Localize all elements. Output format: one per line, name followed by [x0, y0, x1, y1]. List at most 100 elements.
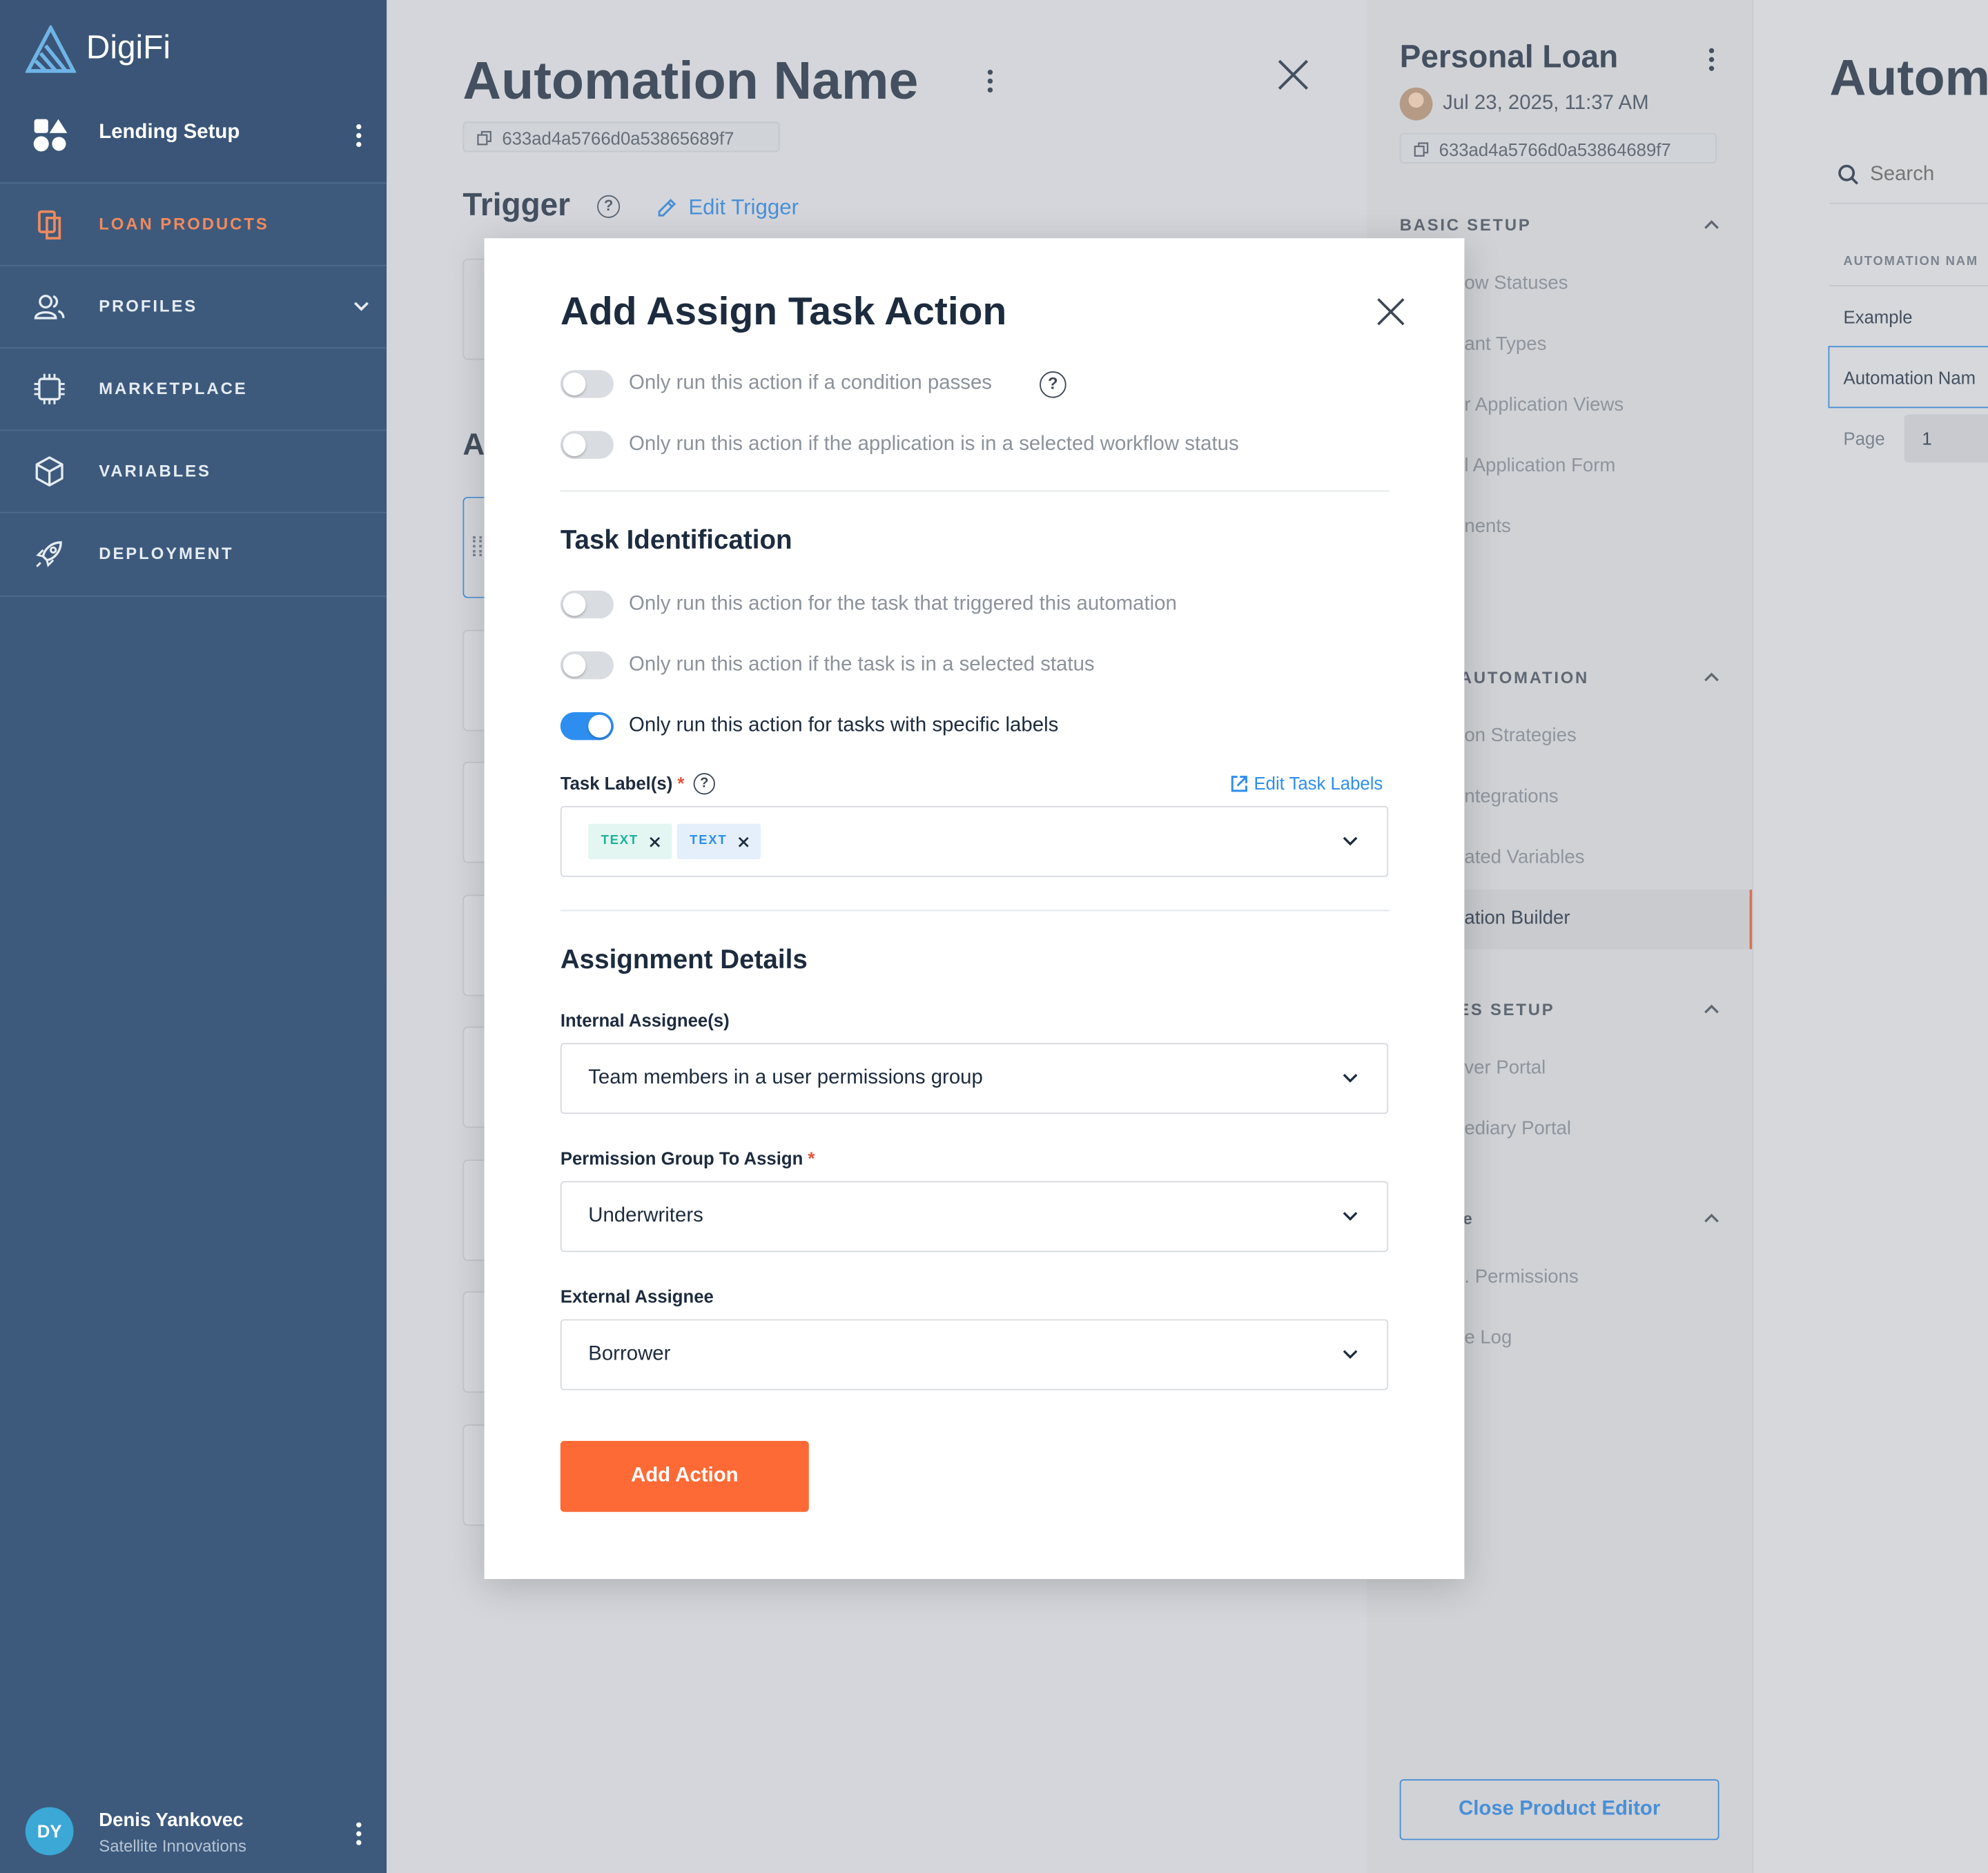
pencil-icon: [658, 199, 676, 217]
menu-item-label: ation Builder: [1464, 907, 1570, 930]
menu-item[interactable]: e Log: [1464, 1327, 1512, 1349]
menu-item[interactable]: ant Types: [1464, 333, 1546, 355]
user-menu-icon[interactable]: [356, 1822, 362, 1850]
internal-assignee-label: Internal Assignee(s): [560, 1010, 730, 1030]
digifi-logo-icon: [25, 25, 77, 73]
automation-menu-icon[interactable]: [987, 69, 993, 97]
external-assignee-select[interactable]: Borrower: [560, 1319, 1389, 1391]
avatar[interactable]: DY: [25, 1807, 74, 1856]
search-input[interactable]: [1867, 157, 1988, 193]
trigger-help-icon[interactable]: ?: [597, 195, 621, 218]
nav-item-profiles[interactable]: PROFILES: [0, 264, 387, 349]
product-menu-icon[interactable]: [1708, 48, 1715, 75]
nav-label: MARKETPLACE: [99, 379, 248, 398]
nav-item-loan-products[interactable]: LOAN PRODUCTS: [0, 182, 387, 266]
nav-label: DEPLOYMENT: [99, 543, 234, 563]
task-labels-toggle-label: Only run this action for tasks with spec…: [629, 714, 1059, 736]
menu-item[interactable]: nents: [1464, 516, 1510, 537]
product-id-chip[interactable]: 633ad4a5766d0a53864689f7: [1399, 133, 1717, 164]
nav-label: LOAN PRODUCTS: [99, 214, 269, 233]
table-row[interactable]: Example: [1844, 306, 1913, 326]
remove-tag-icon[interactable]: [649, 836, 661, 848]
product-id: 633ad4a5766d0a53864689f7: [1439, 139, 1671, 160]
task-labels-label-text: Task Label(s): [560, 773, 673, 794]
internal-assignee-value: Team members in a user permissions group: [588, 1067, 983, 1089]
search-icon: [1838, 164, 1859, 185]
lending-setup-icon: [33, 118, 68, 153]
column-header: AUTOMATION NAM: [1843, 255, 1978, 269]
menu-item[interactable]: ediary Portal: [1464, 1118, 1571, 1139]
menu-item[interactable]: l Application Form: [1464, 455, 1615, 476]
permission-group-field-label: Permission Group To Assign *: [561, 1148, 815, 1168]
close-icon[interactable]: [1277, 58, 1310, 91]
user-name: Denis Yankovec: [99, 1810, 244, 1832]
user-organization: Satellite Innovations: [99, 1836, 246, 1856]
required-marker: *: [808, 1148, 815, 1169]
automations-title: Autom: [1829, 50, 1988, 107]
section-basic-setup[interactable]: BASIC SETUP: [1400, 215, 1532, 235]
section-other[interactable]: e: [1463, 1209, 1474, 1228]
assignment-details-title: Assignment Details: [560, 945, 808, 975]
permission-group-value: Underwriters: [588, 1205, 703, 1227]
nav-item-marketplace[interactable]: MARKETPLACE: [0, 347, 387, 431]
external-link-icon: [1231, 776, 1247, 792]
copy-icon: [1414, 142, 1429, 157]
task-label-tag: TEXT: [676, 823, 761, 860]
divider: [560, 910, 1390, 912]
edit-task-labels-link[interactable]: Edit Task Labels: [1254, 773, 1383, 793]
chevron-down-icon: [353, 302, 369, 311]
automation-id-chip[interactable]: 633ad4a5766d0a53865689f7: [462, 121, 780, 153]
chevron-up-icon[interactable]: [1703, 218, 1721, 231]
menu-item[interactable]: . Permissions: [1464, 1266, 1578, 1287]
divider: [560, 490, 1390, 492]
sidebar: DigiFi Lending Setup LOAN PRODUCTS PROFI…: [0, 0, 387, 1873]
chevron-up-icon[interactable]: [1703, 1003, 1721, 1015]
table-row-label: Automation Nam: [1843, 367, 1976, 388]
menu-item[interactable]: ntegrations: [1464, 786, 1558, 807]
copy-icon: [477, 130, 491, 146]
variables-icon: [35, 456, 64, 487]
task-labels-help-icon[interactable]: ?: [693, 773, 715, 795]
triggered-task-toggle[interactable]: [560, 590, 614, 619]
add-action-button[interactable]: Add Action: [560, 1440, 809, 1512]
condition-toggle-label: Only run this action if a condition pass…: [629, 372, 992, 395]
nav-label: PROFILES: [99, 296, 198, 316]
task-labels-select[interactable]: TEXT TEXT: [560, 805, 1389, 877]
permission-group-select[interactable]: Underwriters: [560, 1181, 1389, 1253]
modal-title: Add Assign Task Action: [560, 288, 1007, 333]
remove-tag-icon[interactable]: [738, 836, 750, 848]
page-input[interactable]: 1: [1904, 414, 1988, 463]
menu-item[interactable]: r Application Views: [1464, 394, 1624, 415]
workspace-name[interactable]: Lending Setup: [99, 121, 240, 144]
automations-list-panel: Autom AUTOMATION NAM Example Automation …: [1752, 0, 1988, 1873]
profiles-icon: [34, 295, 65, 320]
chevron-up-icon[interactable]: [1703, 1212, 1721, 1224]
nav-label: VARIABLES: [99, 461, 211, 480]
automation-id: 633ad4a5766d0a53865689f7: [502, 128, 734, 148]
chevron-down-icon: [1343, 1350, 1358, 1360]
external-assignee-label: External Assignee: [560, 1286, 714, 1307]
menu-item[interactable]: ow Statuses: [1464, 273, 1568, 294]
close-product-editor-button[interactable]: Close Product Editor: [1399, 1779, 1719, 1841]
nav-item-variables[interactable]: VARIABLES: [0, 429, 387, 513]
chevron-up-icon[interactable]: [1703, 670, 1721, 683]
edit-trigger-link[interactable]: Edit Trigger: [688, 195, 799, 221]
close-modal-icon[interactable]: [1377, 298, 1405, 326]
menu-item[interactable]: on Strategies: [1464, 725, 1576, 746]
condition-help-icon[interactable]: ?: [1040, 371, 1066, 398]
logo-text: DigiFi: [86, 28, 170, 66]
workspace-menu-icon[interactable]: [356, 124, 362, 151]
nav-item-deployment[interactable]: DEPLOYMENT: [0, 511, 387, 597]
workflow-status-toggle[interactable]: [560, 431, 614, 459]
menu-item[interactable]: ver Portal: [1464, 1057, 1546, 1078]
menu-item[interactable]: ated Variables: [1464, 847, 1584, 868]
table-row-selected[interactable]: Automation Nam: [1828, 346, 1988, 409]
internal-assignee-select[interactable]: Team members in a user permissions group: [560, 1043, 1389, 1115]
condition-toggle[interactable]: [560, 370, 614, 398]
task-label-tag: TEXT: [588, 823, 672, 860]
triggered-task-toggle-label: Only run this action for the task that t…: [629, 593, 1177, 615]
chevron-down-icon: [1343, 1212, 1358, 1221]
drag-handle-icon[interactable]: [473, 536, 482, 557]
task-labels-toggle[interactable]: [560, 712, 614, 741]
task-status-toggle[interactable]: [560, 651, 614, 680]
